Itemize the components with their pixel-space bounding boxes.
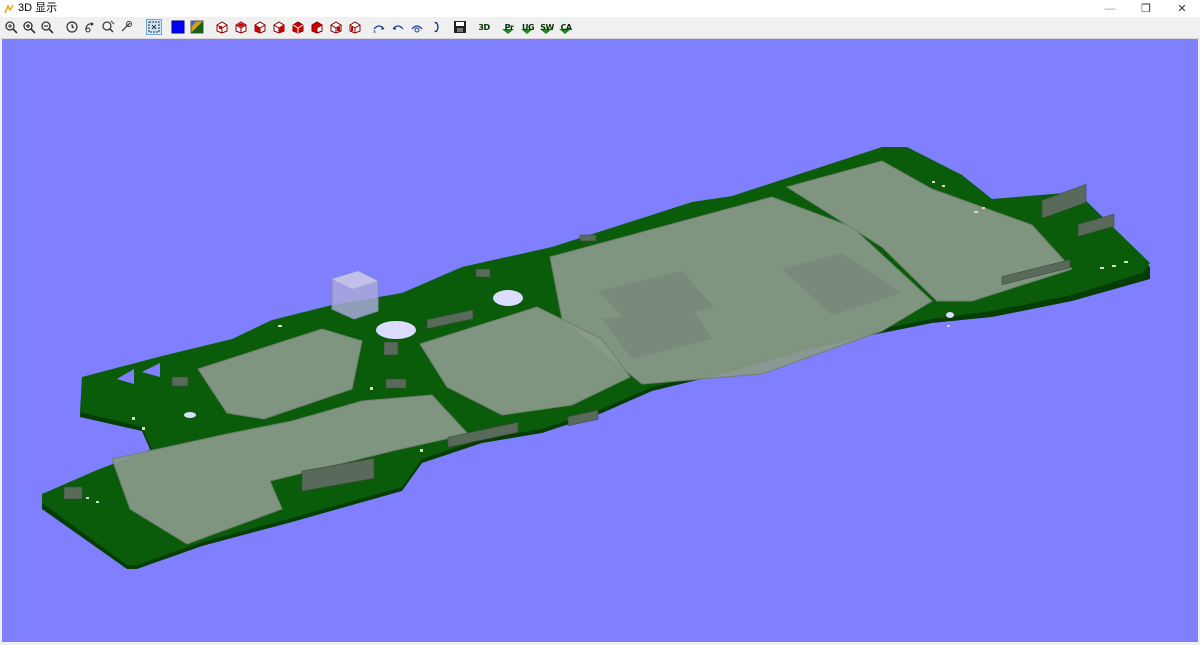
rotate-icon[interactable] — [82, 19, 98, 35]
export-ug-button[interactable]: UG — [519, 19, 537, 35]
board-hole — [184, 412, 196, 418]
export-ca-label: CA — [560, 22, 572, 32]
window-title: 3D 显示 — [18, 2, 58, 14]
pad — [142, 427, 145, 430]
smd-component — [579, 234, 597, 242]
pad — [86, 497, 89, 499]
zoom-window-icon[interactable] — [3, 19, 19, 35]
zoom-out-icon[interactable] — [39, 19, 55, 35]
background-color-icon[interactable] — [170, 19, 186, 35]
pad — [278, 325, 282, 327]
save-icon[interactable] — [452, 19, 468, 35]
view-back-icon[interactable] — [309, 19, 325, 35]
board-hole — [376, 321, 416, 339]
pcb-3d-model — [42, 147, 1150, 569]
view-iso-icon[interactable] — [214, 19, 230, 35]
export-ca-button[interactable]: CA — [557, 19, 575, 35]
zoom-in-icon[interactable] — [21, 19, 37, 35]
select-mode-icon[interactable] — [146, 19, 162, 35]
smd-component — [171, 376, 189, 387]
smd-component — [475, 268, 491, 278]
pad — [370, 387, 373, 390]
export-ug-label: UG — [521, 22, 535, 32]
view-left-icon[interactable] — [328, 19, 344, 35]
rotate-z-icon[interactable] — [409, 19, 425, 35]
pad — [974, 211, 978, 213]
rotate-y-icon[interactable] — [390, 19, 406, 35]
export-sw-label: SW — [540, 22, 554, 32]
view-3d-label: 3D — [478, 22, 490, 32]
flip-icon[interactable] — [428, 19, 444, 35]
view-3d-button[interactable]: 3D — [474, 19, 494, 35]
view-side-icon[interactable] — [347, 19, 363, 35]
3d-viewport[interactable] — [2, 39, 1198, 642]
view-front-icon[interactable] — [252, 19, 268, 35]
view-bottom-icon[interactable] — [290, 19, 306, 35]
export-pr-label: Pr — [504, 22, 514, 32]
minimize-button[interactable]: — — [1092, 0, 1128, 17]
app-icon — [4, 3, 14, 14]
title-bar: 3D 显示 — ❐ ✕ — [0, 0, 1200, 17]
pad — [1112, 265, 1116, 267]
board-hole — [493, 290, 523, 306]
close-button[interactable]: ✕ — [1164, 0, 1200, 17]
translucent-component — [331, 270, 379, 320]
pad — [132, 417, 135, 420]
pad — [942, 185, 945, 187]
export-pr-button[interactable]: Pr — [500, 19, 518, 35]
smd-component — [383, 341, 399, 356]
smd-component — [385, 378, 407, 389]
pad — [932, 181, 935, 183]
board-hole — [946, 312, 954, 318]
pad — [1100, 267, 1104, 269]
pad — [982, 207, 985, 209]
view-top-icon[interactable] — [233, 19, 249, 35]
export-sw-button[interactable]: SW — [538, 19, 556, 35]
restore-button[interactable]: ❐ — [1128, 0, 1164, 17]
pan-icon[interactable] — [118, 19, 134, 35]
pad — [420, 449, 423, 452]
view-right-icon[interactable] — [271, 19, 287, 35]
pad — [1124, 261, 1128, 263]
toolbar: x 3D Pr UG SW CA — [0, 17, 1200, 39]
window-controls: — ❐ ✕ — [1092, 0, 1200, 17]
zoom-fit-icon[interactable] — [64, 19, 80, 35]
board-color-icon[interactable] — [189, 19, 205, 35]
zoom-region-icon[interactable] — [100, 19, 116, 35]
pad — [947, 325, 950, 327]
pad — [96, 501, 99, 503]
smd-component — [63, 486, 83, 500]
svg-text:x: x — [373, 29, 376, 34]
3d-display-window: 3D 显示 — ❐ ✕ x 3D Pr UG SW CA — [0, 0, 1200, 645]
rotate-x-icon[interactable]: x — [371, 19, 387, 35]
